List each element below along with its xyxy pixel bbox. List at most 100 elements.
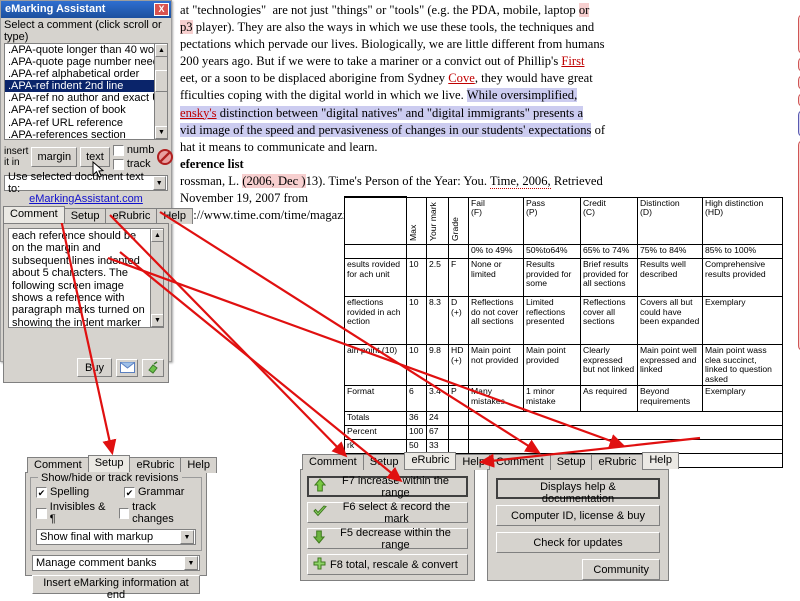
list-item[interactable]: .APA-ref section of book [5,104,167,116]
scroll-up-icon[interactable]: ▲ [155,44,167,57]
list-item[interactable]: .APA-quote page number needed [5,56,167,68]
tab-setup[interactable]: Setup [362,454,406,470]
descriptor-fail[interactable]: Many mistakes [468,385,524,413]
community-button[interactable]: Community [582,559,660,580]
tab-setup[interactable]: Setup [87,455,131,472]
criterion-mark[interactable]: 9.8 [426,344,449,387]
criterion-mark[interactable]: 3.4 [426,385,449,413]
buy-button[interactable]: Buy [77,358,112,377]
f6-select-record-button[interactable]: F6 select & record the mark [307,501,468,525]
descriptor-credit[interactable]: Brief results provided for all sections [580,258,638,298]
emarking-website-link[interactable]: eMarkingAssistant.com [29,193,143,205]
scroll-down-icon[interactable]: ▼ [151,314,163,327]
spelling-checkbox[interactable]: ✔ Spelling [36,486,114,498]
chevron-down-icon[interactable]: ▼ [152,176,166,190]
rubric-totals-row: Totals 36 24 [344,411,783,427]
no-entry-icon[interactable] [157,148,174,166]
list-item-selected[interactable]: .APA-ref indent 2nd line [5,80,167,93]
use-selected-text-combo[interactable]: Use selected document text to: ▼ [4,171,168,195]
criterion-max: 10 [406,296,427,346]
tab-comment[interactable]: Comment [302,454,364,470]
descriptor-hd[interactable]: Comprehensive results provided [702,258,783,298]
descriptor-distinction[interactable]: Beyond requirements [637,385,703,413]
list-item[interactable]: .APA-ref URL reference [5,117,167,129]
descriptor-credit[interactable]: As required [580,385,638,413]
tab-help[interactable]: Help [156,208,193,224]
descriptor-distinction[interactable]: Main point well expressed and linked [637,344,703,387]
envelope-icon[interactable] [116,358,138,377]
scrollbar-thumb[interactable] [155,70,167,92]
rubric-col-pass: Pass (P) [523,196,581,246]
tab-comment[interactable]: Comment [489,454,551,470]
green-plug-icon[interactable] [142,358,164,377]
checkbox-box: ✔ [36,486,47,498]
computer-id-license-button[interactable]: Computer ID, license & buy [496,505,660,526]
totals-max: 36 [406,411,427,427]
tab-erubric[interactable]: eRubric [404,452,457,469]
criterion-mark[interactable]: 8.3 [426,296,449,346]
comment-scrollbar[interactable]: ▲ ▼ [150,229,163,327]
criterion-grade: D (+) [448,296,469,346]
range-credit: 65% to 74% [580,244,638,260]
scroll-up-icon[interactable]: ▲ [151,229,163,242]
listbox-scrollbar[interactable]: ▲ ▼ [154,44,167,139]
range-distinction: 75% to 84% [637,244,703,260]
descriptor-credit[interactable]: Clearly expressed but not linked [580,344,638,387]
f7-increase-button[interactable]: F7 increase within the range [307,475,468,499]
descriptor-pass[interactable]: Main point provided [523,344,581,387]
descriptor-credit[interactable]: Reflections cover all sections [580,296,638,346]
descriptor-pass[interactable]: Results provided for some [523,258,581,298]
doc-line: 200 years ago. But if we were to take a … [180,54,585,69]
scroll-down-icon[interactable]: ▼ [155,126,167,139]
descriptor-fail[interactable]: Main point not provided [468,344,524,387]
insert-margin-button[interactable]: margin [31,147,78,167]
help-panel: Comment Setup eRubric Help Displays help… [487,452,679,581]
descriptor-distinction[interactable]: Covers all but could have been expanded [637,296,703,346]
percent-max: 100 [406,425,427,441]
rubric-col-fail: Fail (F) [468,196,524,246]
table-row: esults rovided for ach unit 10 2.5 F Non… [344,258,783,298]
f8-total-rescale-button[interactable]: F8 total, rescale & convert [307,554,468,575]
rubric-col-max: Max [408,224,418,241]
descriptor-hd[interactable]: Exemplary [702,296,783,346]
list-item[interactable]: .APA-ref no author and exact URL [5,92,167,104]
insert-emarking-info-button[interactable]: Insert eMarking information at end [32,575,200,601]
tab-setup[interactable]: Setup [63,208,107,224]
tab-erubric[interactable]: eRubric [591,454,644,470]
comment-text-area[interactable]: each reference should be on the margin a… [8,228,164,328]
comment-banks-combo[interactable]: Manage comment banks ▼ [32,555,200,571]
grammar-checkbox[interactable]: ✔ Grammar [124,486,184,498]
list-item[interactable]: .APA-quote longer than 40 words [5,44,167,56]
chevron-down-icon[interactable]: ▼ [180,530,194,544]
invisibles-label: Invisibles & ¶ [49,501,106,525]
tab-setup[interactable]: Setup [549,454,593,470]
numb-checkbox[interactable]: numb [112,144,154,156]
close-icon[interactable]: X [154,3,169,16]
descriptor-hd[interactable]: Exemplary [702,385,783,413]
track-changes-checkbox[interactable]: track changes [118,501,196,525]
criterion-mark[interactable]: 2.5 [426,258,449,298]
tab-comment[interactable]: Comment [3,206,65,223]
tab-help[interactable]: Help [642,452,679,469]
markup-view-combo[interactable]: Show final with markup ▼ [36,529,196,545]
f5-decrease-button[interactable]: F5 decrease within the range [307,527,468,551]
descriptor-fail[interactable]: Reflections do not cover all sections [468,296,524,346]
tab-comment[interactable]: Comment [27,457,89,473]
check-updates-button[interactable]: Check for updates [496,532,660,553]
tab-erubric[interactable]: eRubric [105,208,158,224]
displays-help-button[interactable]: Displays help & documentation [496,478,660,505]
descriptor-hd[interactable]: Main point wass clea succinct, linked to… [702,344,783,387]
descriptor-distinction[interactable]: Results well described [637,258,703,298]
tab-erubric[interactable]: eRubric [129,457,182,473]
chevron-down-icon[interactable]: ▼ [184,556,198,570]
descriptor-pass[interactable]: Limited reflections presented [523,296,581,346]
track-checkbox[interactable]: track [112,158,155,170]
comment-listbox[interactable]: .APA-quote longer than 40 words .APA-quo… [4,43,168,140]
descriptor-pass[interactable]: 1 minor mistake [523,385,581,413]
list-item[interactable]: .APA-ref alphabetical order [5,68,167,80]
dialog-title-bar[interactable]: eMarking Assistant X [1,1,171,18]
descriptor-fail[interactable]: None or limited [468,258,524,298]
list-item[interactable]: .APA-references section [5,129,167,139]
invisibles-checkbox[interactable]: Invisibles & ¶ [36,501,113,525]
tab-help[interactable]: Help [180,457,217,473]
